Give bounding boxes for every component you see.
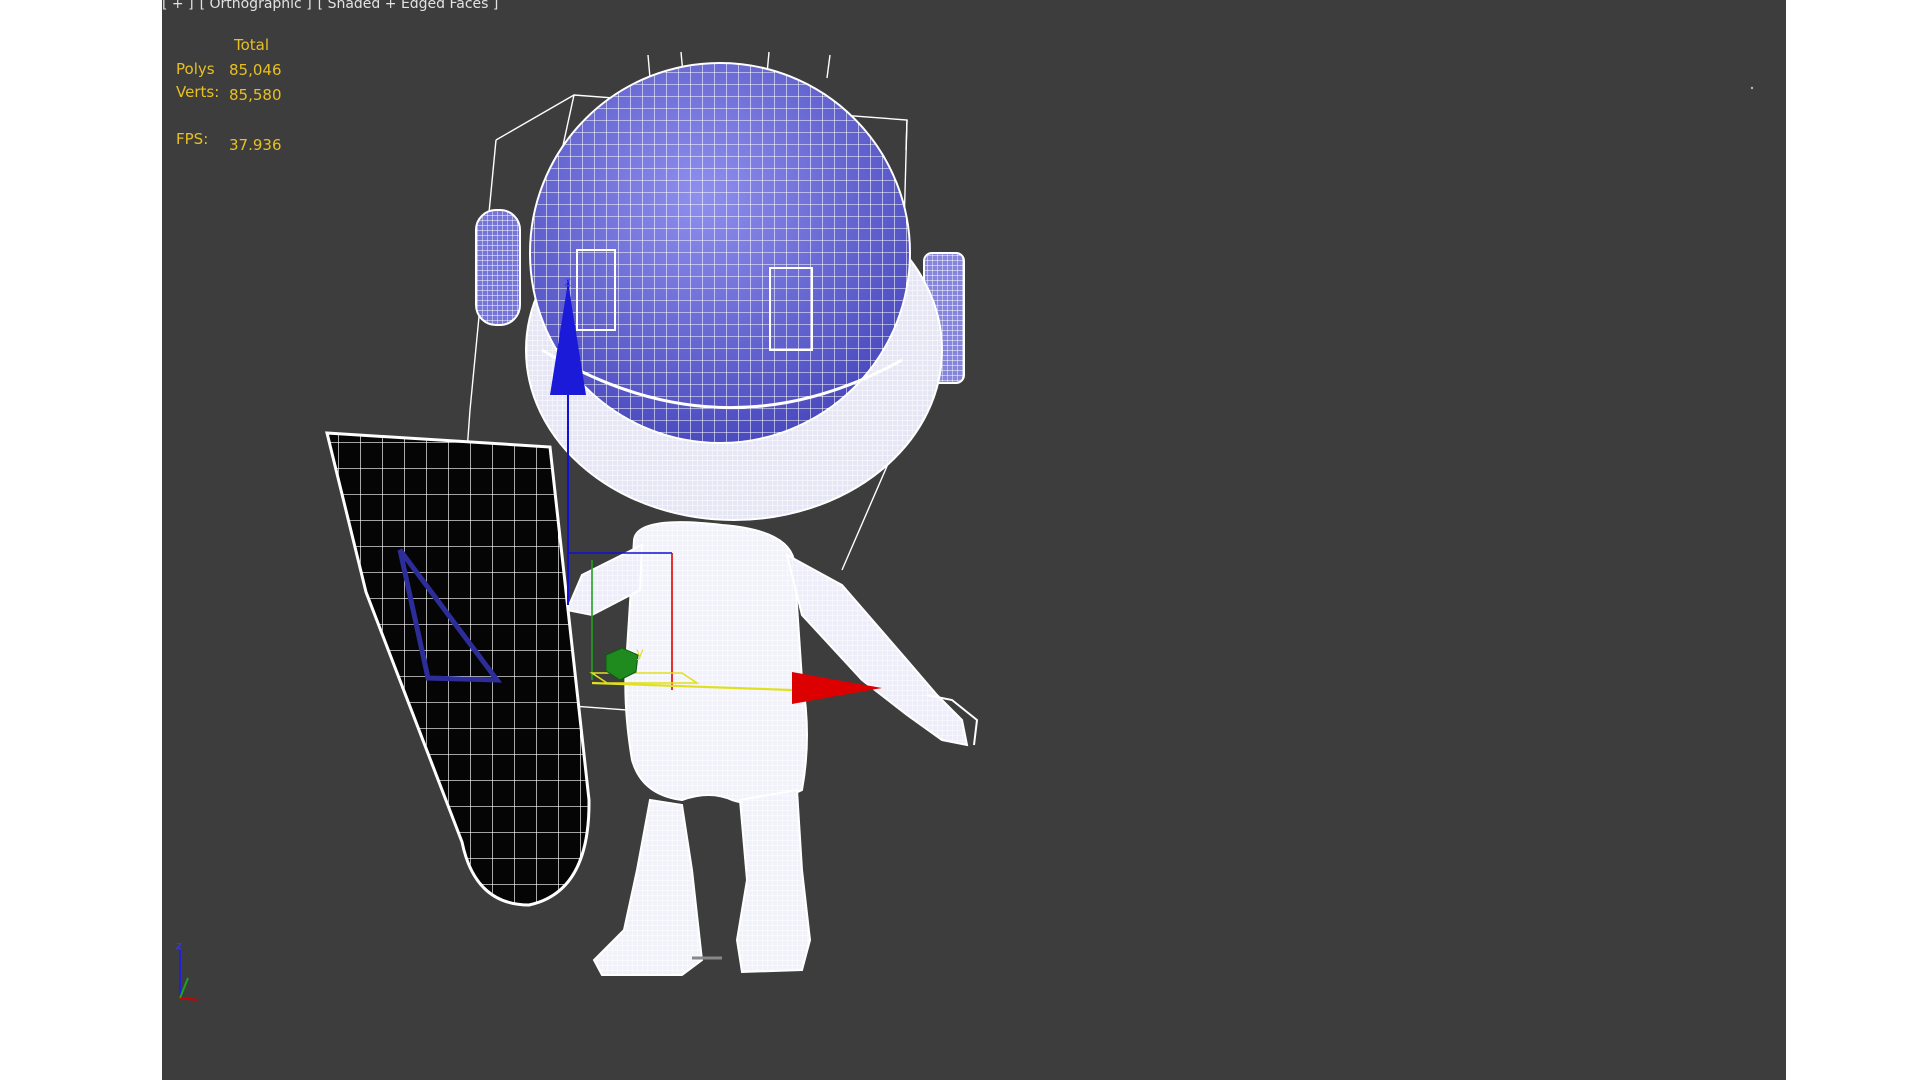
character-leg-left xyxy=(592,798,704,976)
character-arm-right xyxy=(785,553,979,747)
character-leg-right xyxy=(735,788,812,974)
svg-text:z: z xyxy=(176,939,182,952)
stats-fps-value: 37.936 xyxy=(229,136,282,154)
stats-polys-label: Polys xyxy=(176,60,215,78)
viewport-speck xyxy=(1750,86,1754,90)
stats-polys-value: 85,046 xyxy=(229,61,282,79)
stats-fps-label: FPS: xyxy=(176,130,209,148)
character-body xyxy=(624,521,808,805)
stats-verts-label: Verts: xyxy=(176,83,220,101)
stats-header: Total xyxy=(234,36,270,54)
scene-canvas[interactable]: z y xyxy=(162,0,1786,1080)
gizmo-y-label: y xyxy=(636,646,644,661)
stats-verts-value: 85,580 xyxy=(229,86,282,104)
shield xyxy=(325,431,591,907)
gizmo-z-label: z xyxy=(564,275,571,290)
world-axis-tripod-icon: z xyxy=(176,939,199,1001)
helmet-ear-left xyxy=(475,209,521,326)
perspective-viewport[interactable]: [ + ] [ Orthographic ] [ Shaded + Edged … xyxy=(162,0,1786,1080)
